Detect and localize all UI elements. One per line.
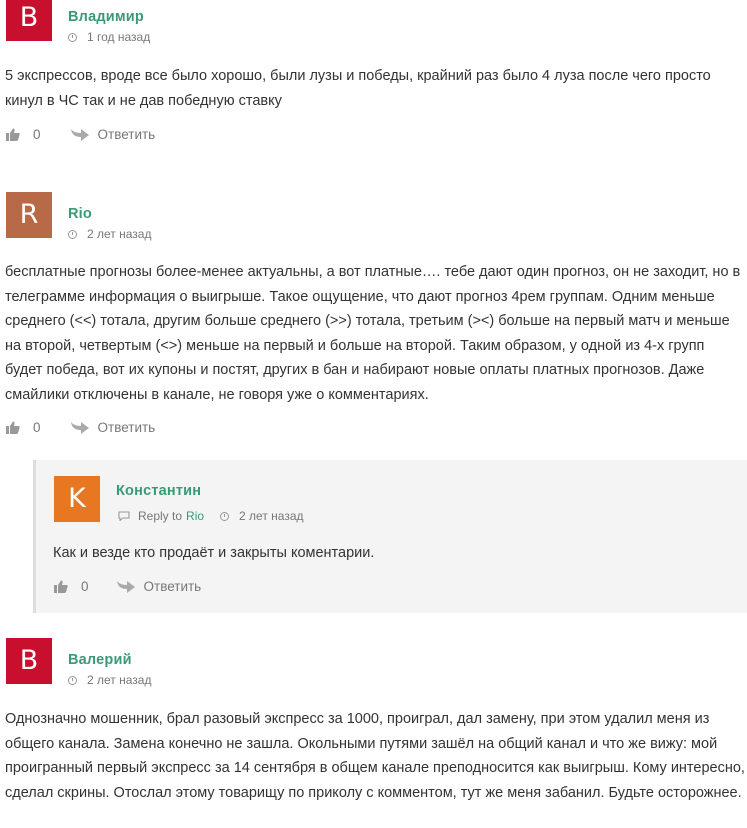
comment-meta: 1 год назад — [68, 30, 150, 44]
comment-actions: 0 Ответить — [6, 420, 155, 435]
comment-meta: 2 лет назад — [68, 227, 151, 241]
comment-author[interactable]: Rio — [68, 206, 92, 222]
comment-time[interactable]: 2 лет назад — [87, 227, 151, 241]
avatar: K — [54, 476, 100, 522]
comment-time[interactable]: 2 лет назад — [239, 509, 303, 523]
thumbs-up-icon[interactable] — [6, 128, 20, 141]
comment-actions: 0 Ответить — [6, 127, 155, 142]
comment-author[interactable]: Валерий — [68, 652, 132, 668]
reply-to-link[interactable]: Rio — [186, 509, 204, 523]
reply-button[interactable]: Ответить — [144, 579, 202, 594]
reply-arrow-icon[interactable] — [70, 421, 89, 434]
reply-arrow-icon[interactable] — [116, 580, 135, 593]
comment-author[interactable]: Владимир — [68, 9, 144, 25]
comment-text: Однозначно мошенник, брал разовый экспре… — [5, 711, 745, 801]
like-count: 0 — [81, 579, 89, 594]
like-count: 0 — [33, 127, 41, 142]
thumbs-up-icon[interactable] — [54, 580, 68, 593]
speech-bubble-icon — [118, 511, 130, 521]
clock-icon — [68, 229, 77, 239]
reply-comment: K Константин Reply to Rio 2 лет назад Ка… — [33, 460, 747, 613]
comment-text: 5 экспрессов, вроде все было хорошо, был… — [5, 68, 711, 109]
comment-text: бесплатные прогнозы более-менее актуальн… — [5, 264, 741, 403]
reply-arrow-icon[interactable] — [70, 128, 89, 141]
avatar: B — [6, 638, 52, 684]
clock-icon — [68, 32, 77, 42]
like-count: 0 — [33, 420, 41, 435]
reply-button[interactable]: Ответить — [98, 127, 156, 142]
avatar: B — [6, 0, 52, 41]
comment-author[interactable]: Константин — [116, 483, 201, 499]
reply-button[interactable]: Ответить — [98, 420, 156, 435]
thumbs-up-icon[interactable] — [6, 421, 20, 434]
clock-icon — [220, 511, 230, 521]
comment-time[interactable]: 1 год назад — [87, 30, 150, 44]
comment-meta: 2 лет назад — [68, 673, 151, 687]
comment-meta: Reply to Rio 2 лет назад — [118, 509, 304, 523]
clock-icon — [68, 675, 77, 685]
comment-actions: 0 Ответить — [54, 579, 201, 594]
reply-to-label: Reply to — [138, 509, 183, 523]
comment-text: Как и везде кто продаёт и закрыты комент… — [53, 545, 375, 561]
comment-time[interactable]: 2 лет назад — [87, 673, 151, 687]
avatar: R — [6, 192, 52, 238]
